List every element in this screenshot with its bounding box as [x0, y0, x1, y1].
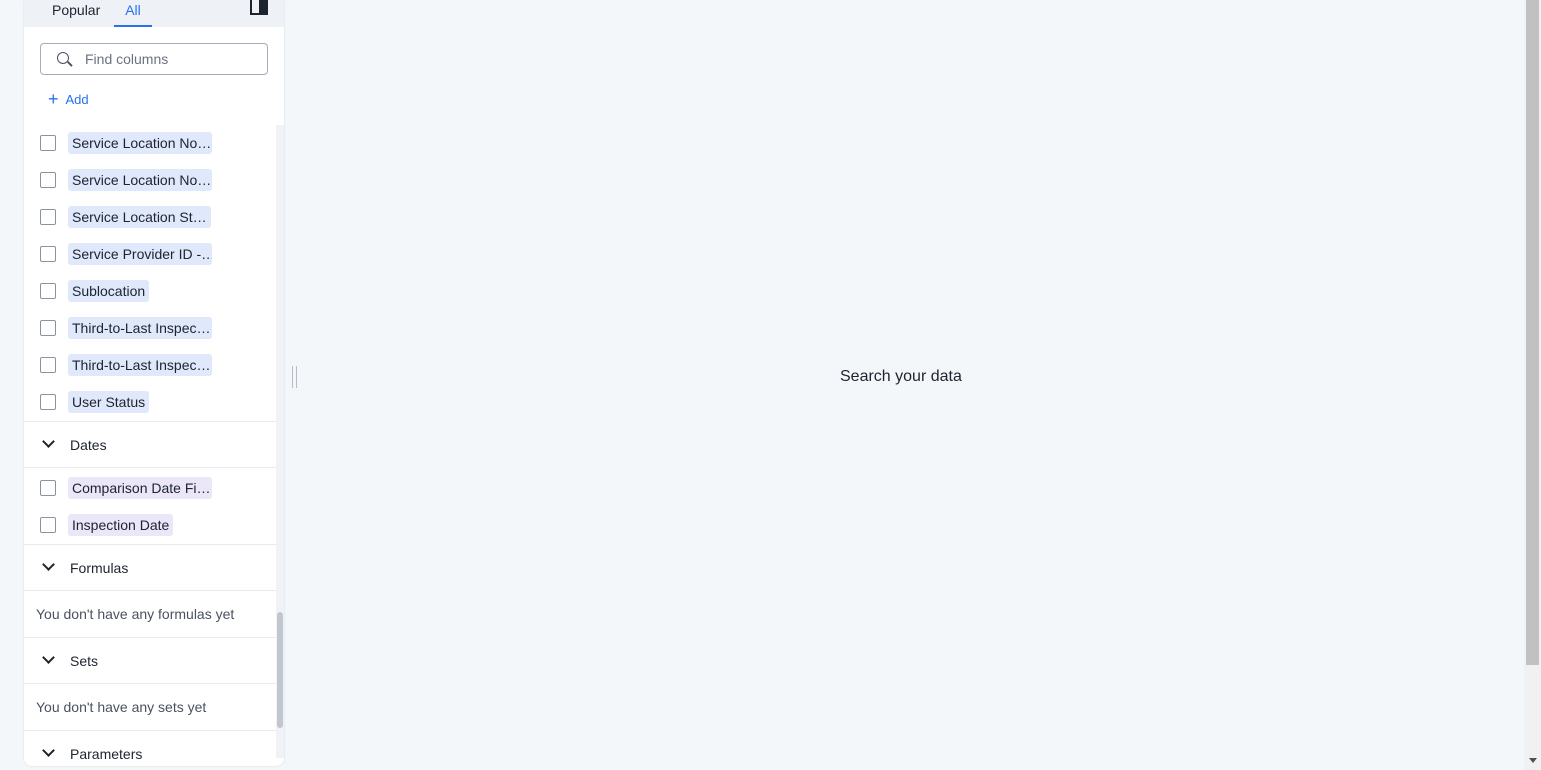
search-icon [57, 52, 69, 64]
column-checkbox[interactable] [40, 135, 56, 151]
column-checkbox[interactable] [40, 320, 56, 336]
plus-icon: + [48, 89, 59, 109]
column-checkbox[interactable] [40, 394, 56, 410]
section-parameters[interactable]: Parameters [24, 730, 276, 766]
section-label: Formulas [70, 560, 129, 576]
list-item: Service Provider ID -… [24, 236, 276, 273]
section-label: Sets [70, 653, 99, 669]
column-chip[interactable]: User Status [68, 391, 150, 413]
column-list: Service Location No… Service Location No… [24, 125, 276, 766]
column-checkbox[interactable] [40, 480, 56, 496]
formulas-empty-message: You don't have any formulas yet [36, 606, 235, 622]
tab-all[interactable]: All [114, 0, 152, 27]
section-label: Dates [70, 437, 107, 453]
sets-empty-message: You don't have any sets yet [36, 699, 207, 715]
column-checkbox[interactable] [40, 209, 56, 225]
search-input[interactable] [85, 49, 255, 69]
list-item: Service Location No… [24, 125, 276, 162]
chevron-down-icon[interactable] [42, 560, 56, 574]
list-item: Inspection Date [24, 507, 276, 544]
columns-panel: Popular All + Add Service Location No… Se… [24, 0, 284, 766]
find-columns-search [40, 43, 268, 75]
panel-scrollbar-thumb[interactable] [277, 612, 283, 728]
list-item: Comparison Date Fi… [24, 470, 276, 507]
scroll-down-arrow-icon[interactable] [1529, 758, 1537, 763]
section-label: Parameters [70, 746, 143, 762]
column-chip[interactable]: Third-to-Last Inspec… [68, 354, 212, 376]
chevron-down-icon[interactable] [42, 653, 56, 667]
section-dates[interactable]: Dates [24, 421, 276, 468]
column-chip[interactable]: Service Location St… [68, 206, 211, 228]
column-chip[interactable]: Service Location No… [68, 169, 212, 191]
column-chip[interactable]: Third-to-Last Inspec… [68, 317, 212, 339]
add-label: Add [65, 92, 89, 107]
column-tabs: Popular All [24, 0, 284, 27]
column-chip[interactable]: Inspection Date [68, 514, 174, 536]
window-scrollbar-thumb[interactable] [1526, 0, 1539, 665]
panel-toggle-icon[interactable] [250, 0, 268, 15]
section-formulas[interactable]: Formulas [24, 544, 276, 591]
chevron-down-icon[interactable] [42, 437, 56, 451]
page: Popular All + Add Service Location No… Se… [0, 0, 1541, 770]
list-item: User Status [24, 384, 276, 421]
column-checkbox[interactable] [40, 246, 56, 262]
list-item: Sublocation [24, 273, 276, 310]
column-chip[interactable]: Comparison Date Fi… [68, 477, 212, 499]
list-item: Service Location No… [24, 162, 276, 199]
search-your-data-message: Search your data [840, 368, 962, 385]
list-item: Third-to-Last Inspec… [24, 347, 276, 384]
column-chip[interactable]: Service Location No… [68, 132, 212, 154]
list-item: Service Location St… [24, 199, 276, 236]
list-item: Third-to-Last Inspec… [24, 310, 276, 347]
column-checkbox[interactable] [40, 357, 56, 373]
tab-popular[interactable]: Popular [52, 0, 100, 27]
chevron-down-icon[interactable] [42, 746, 56, 760]
column-chip[interactable]: Service Provider ID -… [68, 243, 212, 265]
column-checkbox[interactable] [40, 517, 56, 533]
column-checkbox[interactable] [40, 283, 56, 299]
column-chip[interactable]: Sublocation [68, 280, 150, 302]
add-button[interactable]: + Add [48, 90, 89, 108]
section-sets[interactable]: Sets [24, 637, 276, 684]
panel-resize-handle[interactable] [291, 366, 298, 388]
column-checkbox[interactable] [40, 172, 56, 188]
